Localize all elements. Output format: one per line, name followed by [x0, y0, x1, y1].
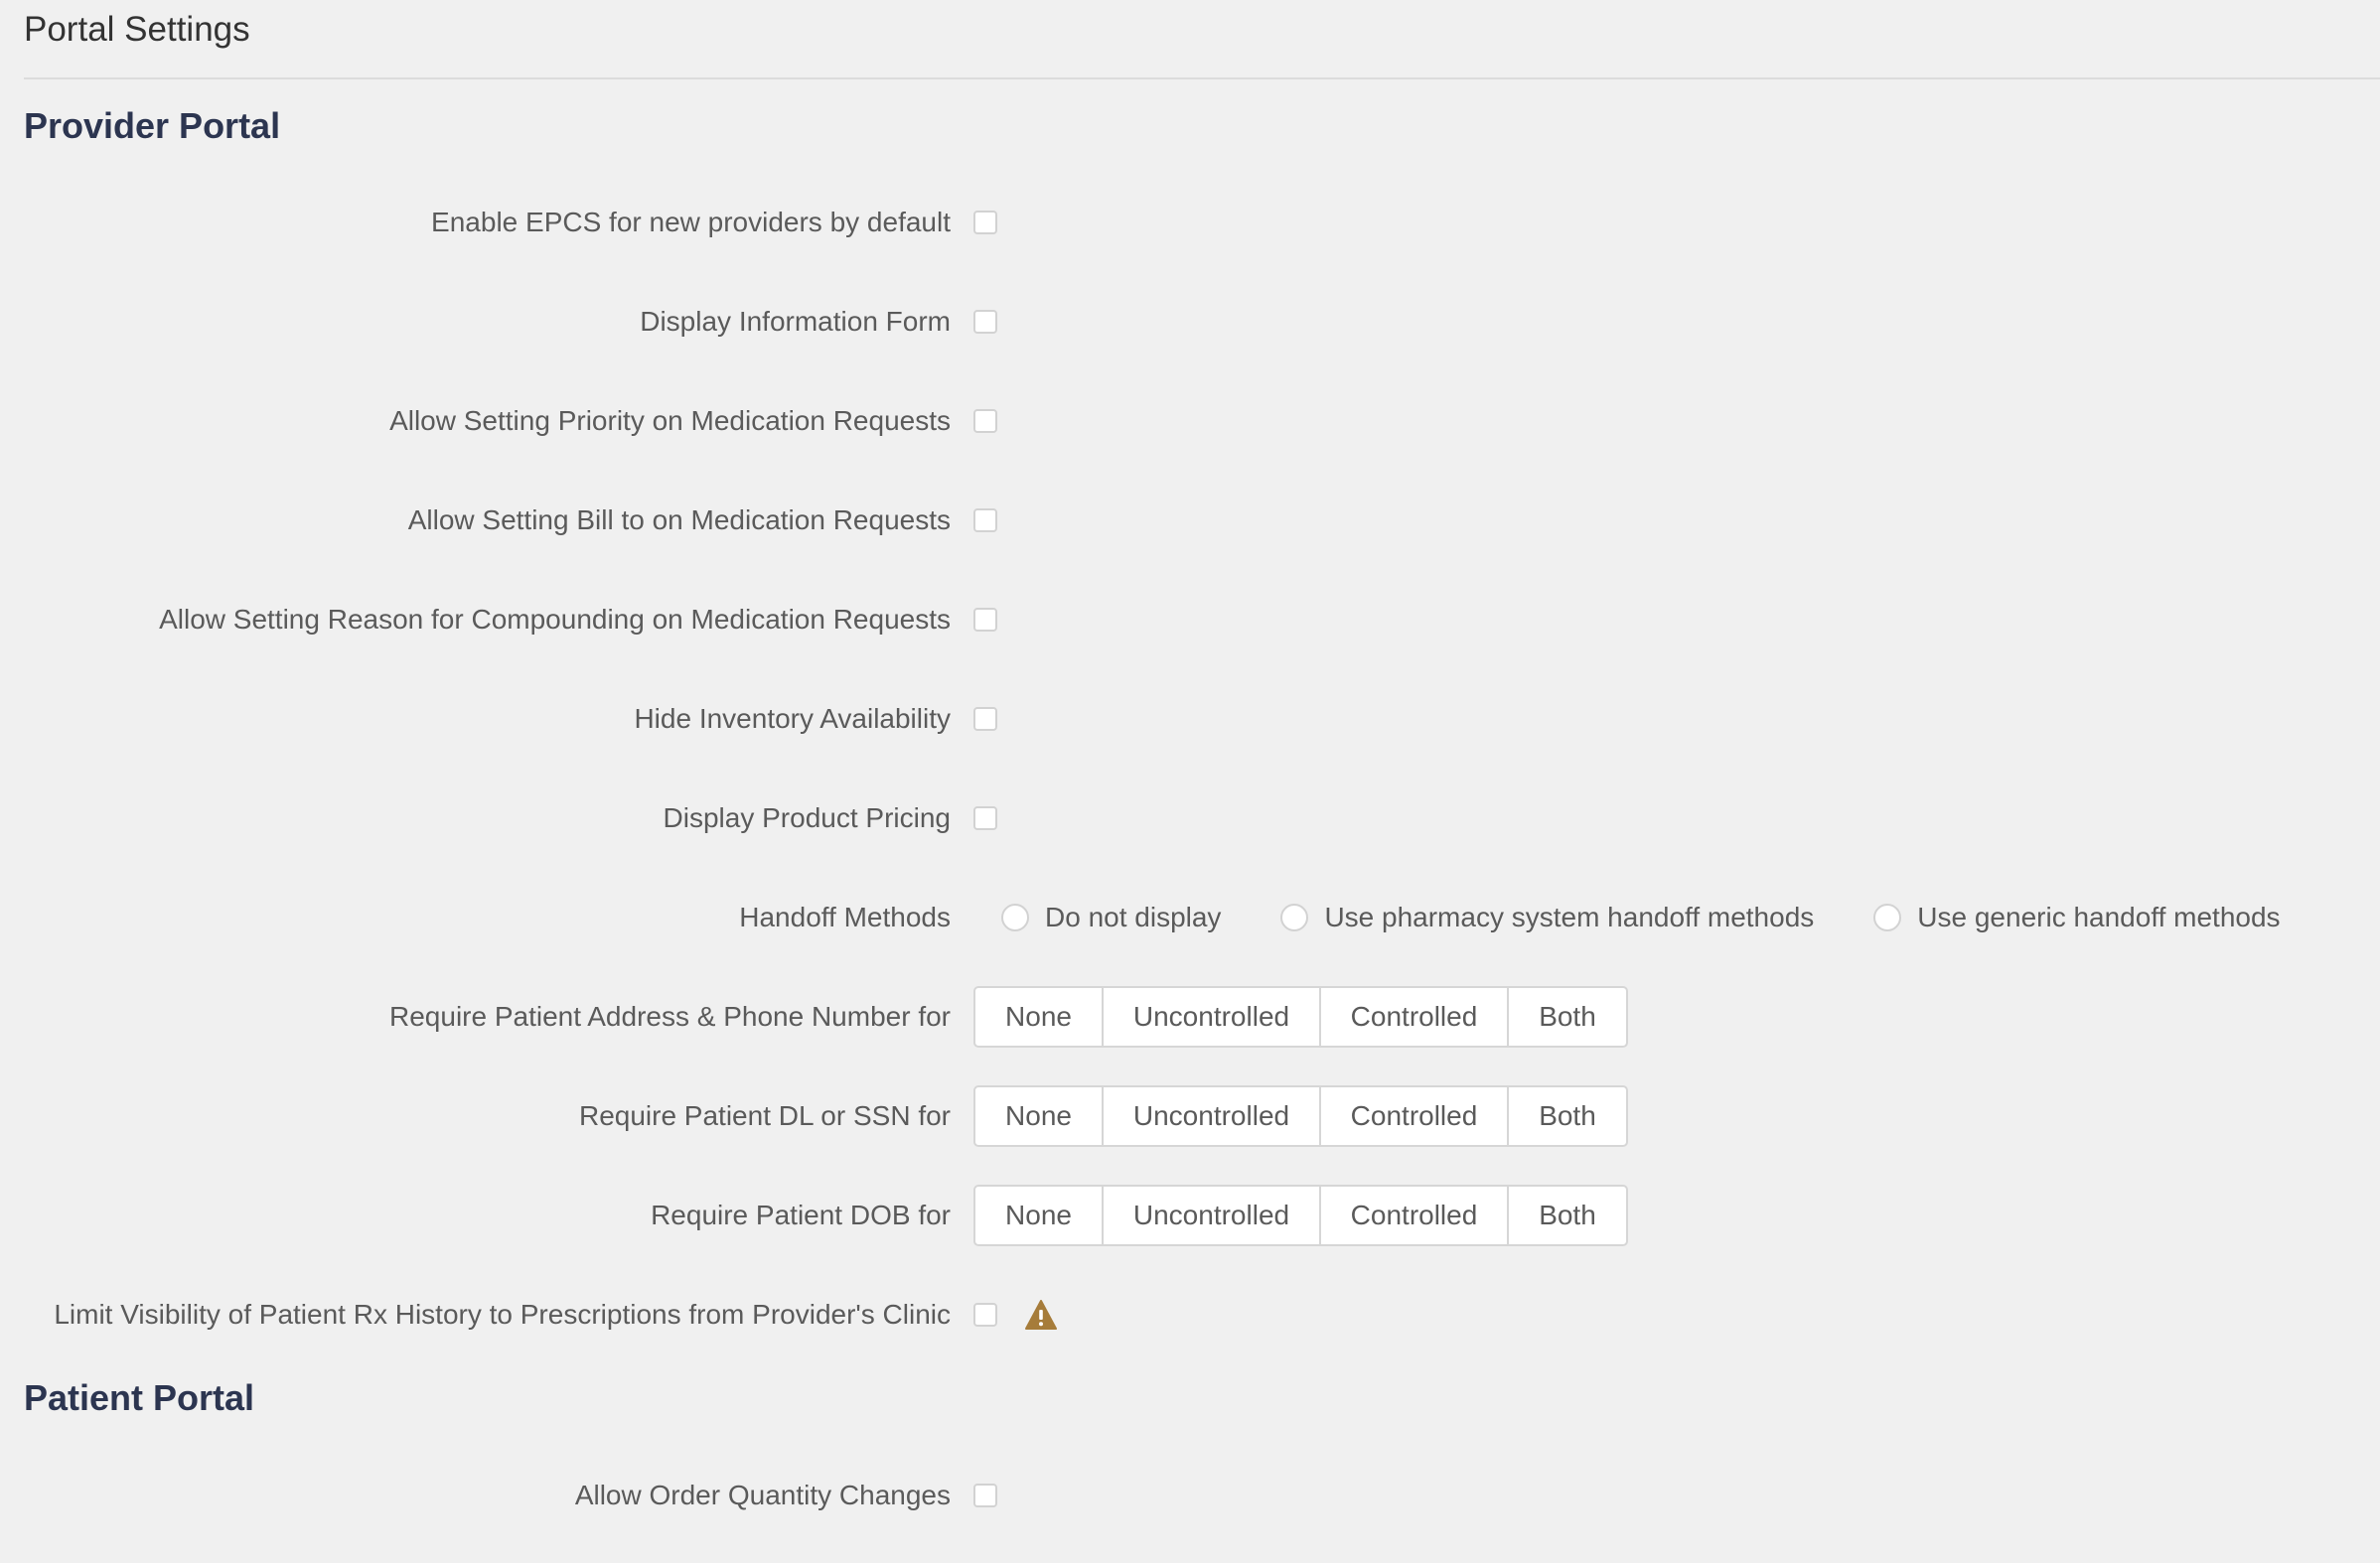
radio-do-not-display[interactable] [1001, 904, 1029, 931]
require-dl-ssn-controlled-button[interactable]: Controlled [1321, 1087, 1509, 1145]
display-info-form-label: Display Information Form [640, 306, 951, 337]
setting-row-display-pricing: Display Product Pricing [0, 786, 2380, 850]
require-address-none-button[interactable]: None [975, 988, 1104, 1046]
require-dob-controlled-button[interactable]: Controlled [1321, 1187, 1509, 1244]
display-pricing-label: Display Product Pricing [663, 802, 951, 833]
allow-reason-compounding-label: Allow Setting Reason for Compounding on … [159, 604, 951, 635]
allow-priority-checkbox[interactable] [973, 409, 997, 433]
setting-row-hide-inventory: Hide Inventory Availability [0, 687, 2380, 751]
portal-settings-page: Portal Settings Provider Portal Enable E… [0, 0, 2380, 1563]
require-dob-both-button[interactable]: Both [1509, 1187, 1626, 1244]
allow-bill-to-label: Allow Setting Bill to on Medication Requ… [407, 504, 951, 535]
provider-portal-heading: Provider Portal [24, 105, 281, 146]
enable-epcs-label: Enable EPCS for new providers by default [431, 207, 951, 237]
require-dl-ssn-none-button[interactable]: None [975, 1087, 1104, 1145]
hide-inventory-checkbox[interactable] [973, 707, 997, 731]
enable-epcs-checkbox[interactable] [973, 211, 997, 234]
patient-portal-heading: Patient Portal [24, 1377, 255, 1418]
allow-priority-label: Allow Setting Priority on Medication Req… [389, 405, 951, 436]
handoff-option-generic[interactable]: Use generic handoff methods [1873, 902, 2281, 933]
require-dob-label: Require Patient DOB for [651, 1200, 951, 1230]
display-pricing-checkbox[interactable] [973, 806, 997, 830]
setting-row-allow-reason-compounding: Allow Setting Reason for Compounding on … [0, 588, 2380, 651]
require-dl-ssn-both-button[interactable]: Both [1509, 1087, 1626, 1145]
allow-qty-changes-label: Allow Order Quantity Changes [574, 1480, 951, 1510]
radio-label-do-not-display: Do not display [1045, 902, 1222, 932]
setting-row-enable-epcs: Enable EPCS for new providers by default [0, 191, 2380, 254]
setting-row-allow-bill-to: Allow Setting Bill to on Medication Requ… [0, 489, 2380, 552]
require-dl-ssn-uncontrolled-button[interactable]: Uncontrolled [1104, 1087, 1321, 1145]
radio-pharmacy-system[interactable] [1280, 904, 1309, 931]
require-dl-ssn-button-group: None Uncontrolled Controlled Both [973, 1085, 1628, 1147]
require-address-both-button[interactable]: Both [1509, 988, 1626, 1046]
handoff-option-pharmacy-system[interactable]: Use pharmacy system handoff methods [1280, 902, 1814, 933]
limit-visibility-label: Limit Visibility of Patient Rx History t… [54, 1299, 951, 1330]
display-info-form-checkbox[interactable] [973, 310, 997, 334]
require-address-uncontrolled-button[interactable]: Uncontrolled [1104, 988, 1321, 1046]
radio-label-pharmacy-system: Use pharmacy system handoff methods [1324, 902, 1815, 932]
allow-bill-to-checkbox[interactable] [973, 508, 997, 532]
handoff-methods-label: Handoff Methods [739, 902, 951, 932]
require-address-button-group: None Uncontrolled Controlled Both [973, 986, 1628, 1048]
setting-row-allow-priority: Allow Setting Priority on Medication Req… [0, 389, 2380, 453]
handoff-methods-radio-group: Do not display Use pharmacy system hando… [1001, 902, 2340, 933]
require-address-label: Require Patient Address & Phone Number f… [389, 1001, 951, 1032]
page-title: Portal Settings [24, 10, 250, 49]
allow-reason-compounding-checkbox[interactable] [973, 608, 997, 632]
radio-generic[interactable] [1873, 904, 1902, 931]
require-dl-ssn-label: Require Patient DL or SSN for [578, 1100, 951, 1131]
handoff-option-do-not-display[interactable]: Do not display [1001, 902, 1221, 933]
setting-row-handoff-methods: Handoff Methods Do not display Use pharm… [0, 886, 2380, 949]
limit-visibility-checkbox[interactable] [973, 1303, 997, 1327]
setting-row-require-dl-ssn: Require Patient DL or SSN for None Uncon… [0, 1084, 2380, 1148]
setting-row-require-address: Require Patient Address & Phone Number f… [0, 985, 2380, 1049]
require-dob-none-button[interactable]: None [975, 1187, 1104, 1244]
allow-qty-changes-checkbox[interactable] [973, 1484, 997, 1507]
setting-row-allow-qty-changes: Allow Order Quantity Changes [0, 1464, 2380, 1527]
warning-icon[interactable] [1025, 1300, 1057, 1330]
require-dob-uncontrolled-button[interactable]: Uncontrolled [1104, 1187, 1321, 1244]
radio-label-generic: Use generic handoff methods [1917, 902, 2281, 932]
title-divider [24, 77, 2380, 79]
hide-inventory-label: Hide Inventory Availability [634, 703, 951, 734]
setting-row-require-dob: Require Patient DOB for None Uncontrolle… [0, 1184, 2380, 1247]
require-address-controlled-button[interactable]: Controlled [1321, 988, 1509, 1046]
require-dob-button-group: None Uncontrolled Controlled Both [973, 1185, 1628, 1246]
setting-row-limit-visibility: Limit Visibility of Patient Rx History t… [0, 1283, 2380, 1347]
setting-row-display-info-form: Display Information Form [0, 290, 2380, 354]
